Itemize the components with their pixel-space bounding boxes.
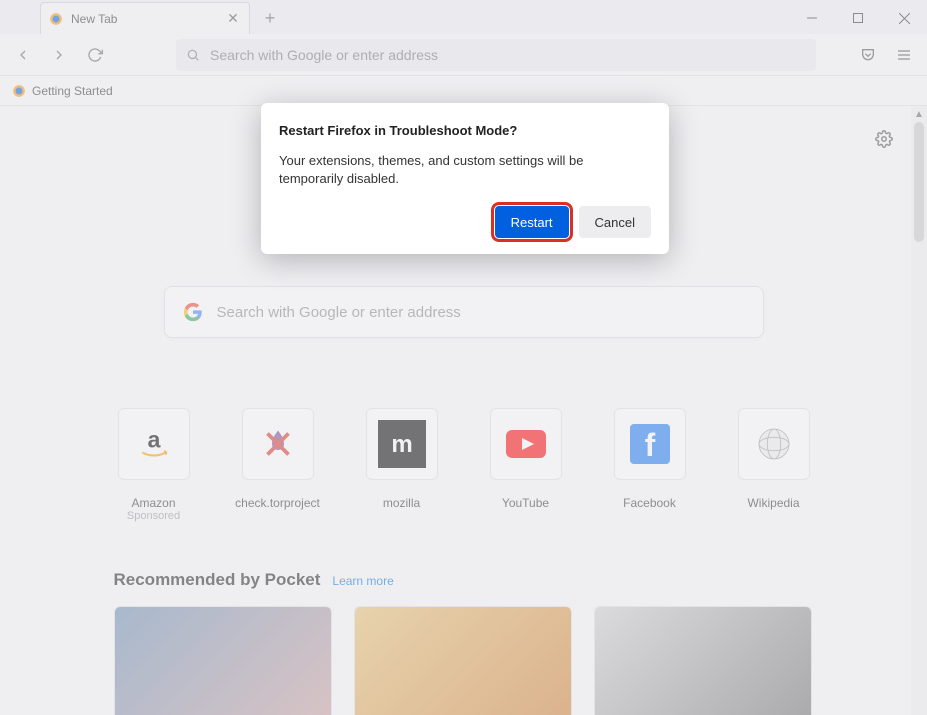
tile-torproject[interactable]: check.torproject (228, 408, 328, 522)
tile-label: Amazon (104, 496, 204, 510)
scroll-up-arrow[interactable]: ▲ (911, 106, 927, 122)
tab-title: New Tab (71, 12, 117, 26)
bookmark-getting-started[interactable]: Getting Started (32, 84, 113, 98)
tile-facebook[interactable]: f Facebook (600, 408, 700, 522)
pocket-section: Recommended by Pocket Learn more mashabl… (114, 570, 814, 715)
tile-wikipedia[interactable]: Wikipedia (724, 408, 824, 522)
pocket-icon[interactable] (853, 40, 883, 70)
scrollbar-track[interactable]: ▲ (911, 106, 927, 715)
tile-label: check.torproject (228, 496, 328, 510)
top-sites: a Amazon Sponsored check.torproject m mo… (104, 408, 824, 522)
learn-more-link[interactable]: Learn more (332, 574, 393, 588)
url-bar[interactable]: Search with Google or enter address (176, 39, 816, 71)
dialog-body: Your extensions, themes, and custom sett… (279, 152, 651, 188)
newtab-search-placeholder: Search with Google or enter address (217, 304, 461, 321)
toolbar: Search with Google or enter address (0, 34, 927, 76)
window-controls (789, 2, 927, 34)
tile-label: mozilla (352, 496, 452, 510)
gear-icon[interactable] (875, 130, 893, 148)
tile-label: Wikipedia (724, 496, 824, 510)
tile-label: YouTube (476, 496, 576, 510)
svg-text:a: a (147, 426, 161, 452)
svg-text:f: f (644, 427, 655, 463)
close-window-button[interactable] (881, 2, 927, 34)
tile-mozilla[interactable]: m mozilla (352, 408, 452, 522)
google-icon (183, 302, 203, 322)
troubleshoot-dialog: Restart Firefox in Troubleshoot Mode? Yo… (261, 103, 669, 254)
card-image (115, 607, 331, 715)
tile-youtube[interactable]: YouTube (476, 408, 576, 522)
pocket-card[interactable]: longreads.com · 8 min (594, 606, 812, 715)
pocket-card[interactable]: mashable.com · 3 min (114, 606, 332, 715)
dialog-title: Restart Firefox in Troubleshoot Mode? (279, 123, 651, 138)
tile-label: Facebook (600, 496, 700, 510)
maximize-button[interactable] (835, 2, 881, 34)
minimize-button[interactable] (789, 2, 835, 34)
scrollbar-thumb[interactable] (914, 122, 924, 242)
newtab-search[interactable]: Search with Google or enter address (164, 286, 764, 338)
pocket-heading: Recommended by Pocket (114, 570, 321, 590)
url-placeholder: Search with Google or enter address (210, 47, 438, 63)
card-image (595, 607, 811, 715)
new-tab-button[interactable]: + (256, 4, 284, 32)
menu-button[interactable] (889, 40, 919, 70)
svg-text:m: m (391, 431, 412, 458)
firefox-icon (49, 12, 63, 26)
tile-amazon[interactable]: a Amazon Sponsored (104, 408, 204, 522)
bookmarks-bar: Getting Started (0, 76, 927, 106)
search-icon (186, 48, 200, 62)
reload-button[interactable] (80, 40, 110, 70)
restart-button[interactable]: Restart (495, 206, 569, 238)
tile-sublabel: Sponsored (104, 510, 204, 522)
forward-button[interactable] (44, 40, 74, 70)
pocket-card[interactable]: theconversation.com · 6 min (354, 606, 572, 715)
browser-tab[interactable]: New Tab ✕ (40, 2, 250, 34)
card-image (355, 607, 571, 715)
cancel-button[interactable]: Cancel (579, 206, 651, 238)
close-icon[interactable]: ✕ (225, 11, 241, 27)
titlebar: New Tab ✕ + (0, 0, 927, 34)
back-button[interactable] (8, 40, 38, 70)
firefox-icon (12, 84, 26, 98)
